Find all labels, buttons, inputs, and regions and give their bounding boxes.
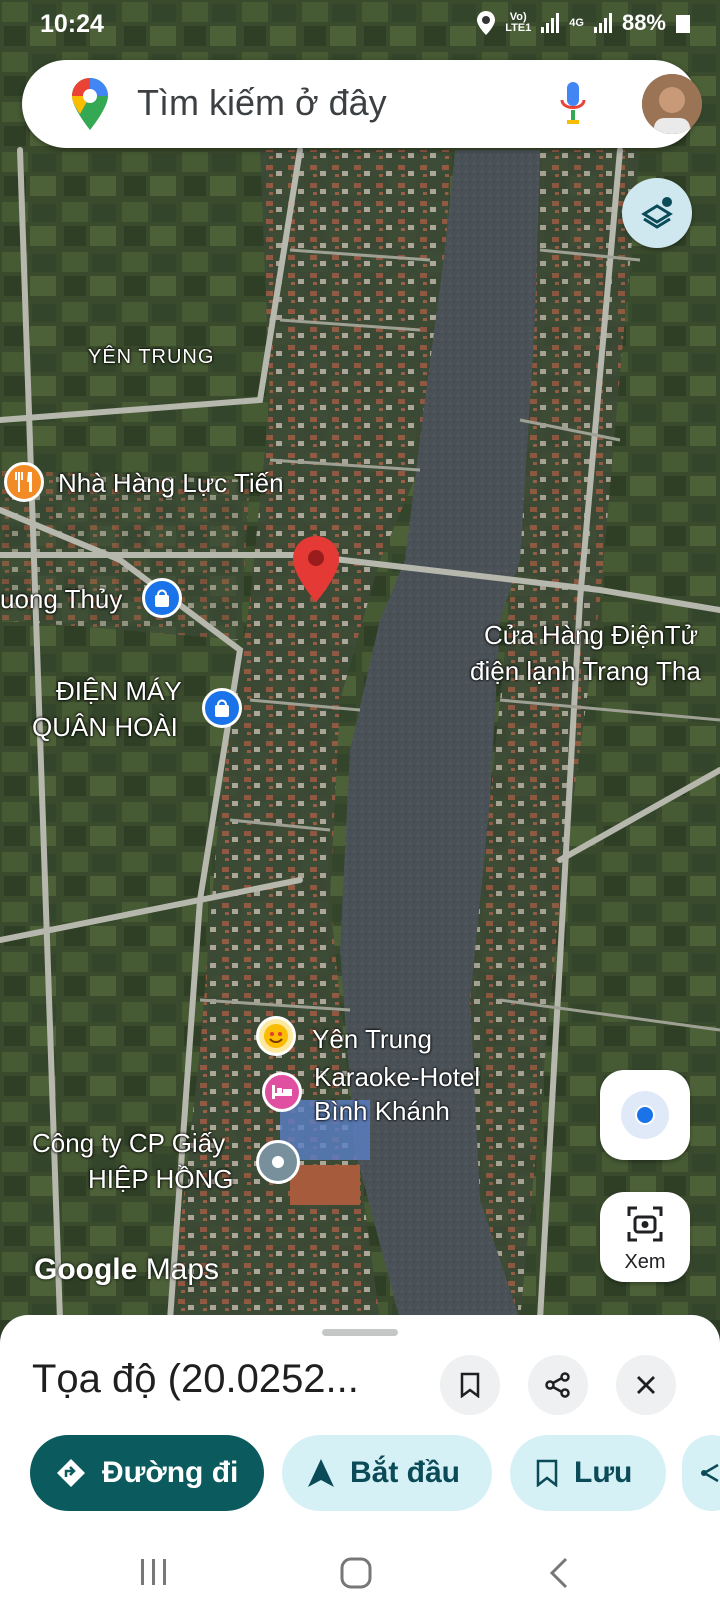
status-indicators: Vo) LTE1 4G 88% bbox=[477, 10, 690, 36]
poi-hotel-icon[interactable] bbox=[262, 1072, 302, 1112]
save-label: Lưu bbox=[574, 1456, 633, 1489]
poi-label-dien-may-1[interactable]: ĐIỆN MÁY bbox=[56, 676, 182, 706]
bookmark-button[interactable] bbox=[440, 1355, 500, 1415]
poi-shopping-icon[interactable] bbox=[142, 578, 182, 618]
smiley-icon bbox=[264, 1024, 288, 1048]
start-label: Bắt đầu bbox=[350, 1456, 461, 1489]
google-maps-watermark: Google Maps bbox=[34, 1253, 219, 1287]
poi-emoji-icon[interactable] bbox=[256, 1016, 296, 1056]
poi-label-dien-may-2[interactable]: QUÂN HOÀI bbox=[32, 712, 178, 742]
poi-label-giay-1[interactable]: Công ty CP Giấy bbox=[32, 1128, 225, 1158]
poi-label-cua-hang-2[interactable]: điện lạnh Trang Tha bbox=[470, 656, 701, 686]
google-maps-logo-icon bbox=[72, 78, 108, 130]
xem-button[interactable]: Xem bbox=[600, 1192, 690, 1282]
start-button[interactable]: Bắt đầu bbox=[282, 1435, 492, 1511]
account-avatar[interactable] bbox=[642, 74, 702, 134]
navigation-arrow-icon bbox=[308, 1459, 334, 1487]
poi-label-nha-hang[interactable]: Nhà Hàng Lực Tiến bbox=[58, 468, 284, 498]
my-location-icon bbox=[621, 1091, 669, 1139]
poi-label-uong-thuy[interactable]: uong Thủy bbox=[0, 584, 122, 614]
battery-icon bbox=[676, 15, 690, 33]
poi-label-cua-hang-1[interactable]: Cửa Hàng ĐiệnTử bbox=[484, 620, 698, 650]
share-button[interactable] bbox=[528, 1355, 588, 1415]
xem-label: Xem bbox=[624, 1251, 666, 1273]
poi-shopping-icon-2[interactable] bbox=[202, 688, 242, 728]
my-location-button[interactable] bbox=[600, 1070, 690, 1160]
watermark-maps: Maps bbox=[145, 1253, 220, 1286]
location-status-icon bbox=[477, 11, 496, 35]
avatar-image bbox=[642, 74, 702, 134]
shopping-bag-icon bbox=[155, 589, 169, 607]
area-label-yen-trung: YÊN TRUNG bbox=[88, 346, 215, 368]
search-bar[interactable]: Tìm kiếm ở đây bbox=[22, 60, 702, 148]
status-bar: 10:24 Vo) LTE1 4G 88% bbox=[0, 0, 720, 50]
search-placeholder[interactable]: Tìm kiếm ở đây bbox=[137, 82, 387, 124]
back-icon[interactable] bbox=[548, 1557, 570, 1589]
poi-label-karaoke-1[interactable]: Karaoke-Hotel bbox=[314, 1062, 480, 1092]
place-dot-icon bbox=[272, 1156, 284, 1168]
bed-icon bbox=[272, 1085, 292, 1099]
microphone-icon[interactable] bbox=[560, 82, 586, 126]
poi-company-icon[interactable] bbox=[256, 1140, 300, 1184]
system-nav-bar bbox=[0, 1545, 720, 1606]
map-view[interactable]: 10:24 Vo) LTE1 4G 88% Tìm kiếm ở đây YÊN… bbox=[0, 0, 720, 1320]
shopping-bag-icon bbox=[215, 699, 229, 717]
directions-button[interactable]: Đường đi bbox=[30, 1435, 264, 1511]
poi-label-karaoke-2[interactable]: Bình Khánh bbox=[314, 1096, 450, 1126]
fork-knife-icon bbox=[15, 472, 32, 492]
signal-icon-2 bbox=[593, 13, 612, 33]
recents-icon[interactable] bbox=[138, 1557, 170, 1587]
poi-restaurant-icon[interactable] bbox=[4, 462, 44, 502]
dropped-pin-icon[interactable] bbox=[293, 536, 339, 602]
watermark-google: Google bbox=[34, 1253, 138, 1286]
home-icon[interactable] bbox=[340, 1557, 372, 1589]
coordinates-title: Tọa độ (20.0252... bbox=[32, 1357, 359, 1401]
volte-bottom: LTE1 bbox=[505, 22, 532, 34]
poi-label-giay-2[interactable]: HIỆP HỒNG bbox=[88, 1164, 233, 1194]
share-chip-partial[interactable] bbox=[682, 1435, 720, 1511]
sheet-drag-handle[interactable] bbox=[322, 1329, 398, 1336]
save-button[interactable]: Lưu bbox=[510, 1435, 666, 1511]
status-time: 10:24 bbox=[40, 10, 104, 38]
layers-button[interactable] bbox=[622, 178, 692, 248]
battery-percent: 88% bbox=[621, 10, 666, 35]
close-button[interactable] bbox=[616, 1355, 676, 1415]
bottom-sheet[interactable]: Tọa độ (20.0252... Đường đi Bắt đầu Lưu bbox=[0, 1315, 720, 1606]
poi-label-yen-trung[interactable]: Yên Trung bbox=[312, 1024, 432, 1054]
camera-view-icon bbox=[627, 1206, 663, 1242]
directions-icon bbox=[57, 1459, 85, 1487]
directions-label: Đường đi bbox=[102, 1456, 239, 1489]
network-4g: 4G bbox=[569, 16, 584, 29]
share-icon bbox=[545, 1372, 570, 1398]
layers-icon bbox=[641, 197, 673, 229]
volte-indicator: Vo) LTE1 bbox=[505, 12, 531, 34]
share-chip-icon bbox=[701, 1463, 719, 1483]
bookmark-icon bbox=[460, 1372, 480, 1398]
close-icon bbox=[637, 1376, 655, 1394]
signal-icon-1 bbox=[541, 13, 560, 33]
save-bookmark-icon bbox=[536, 1459, 558, 1487]
